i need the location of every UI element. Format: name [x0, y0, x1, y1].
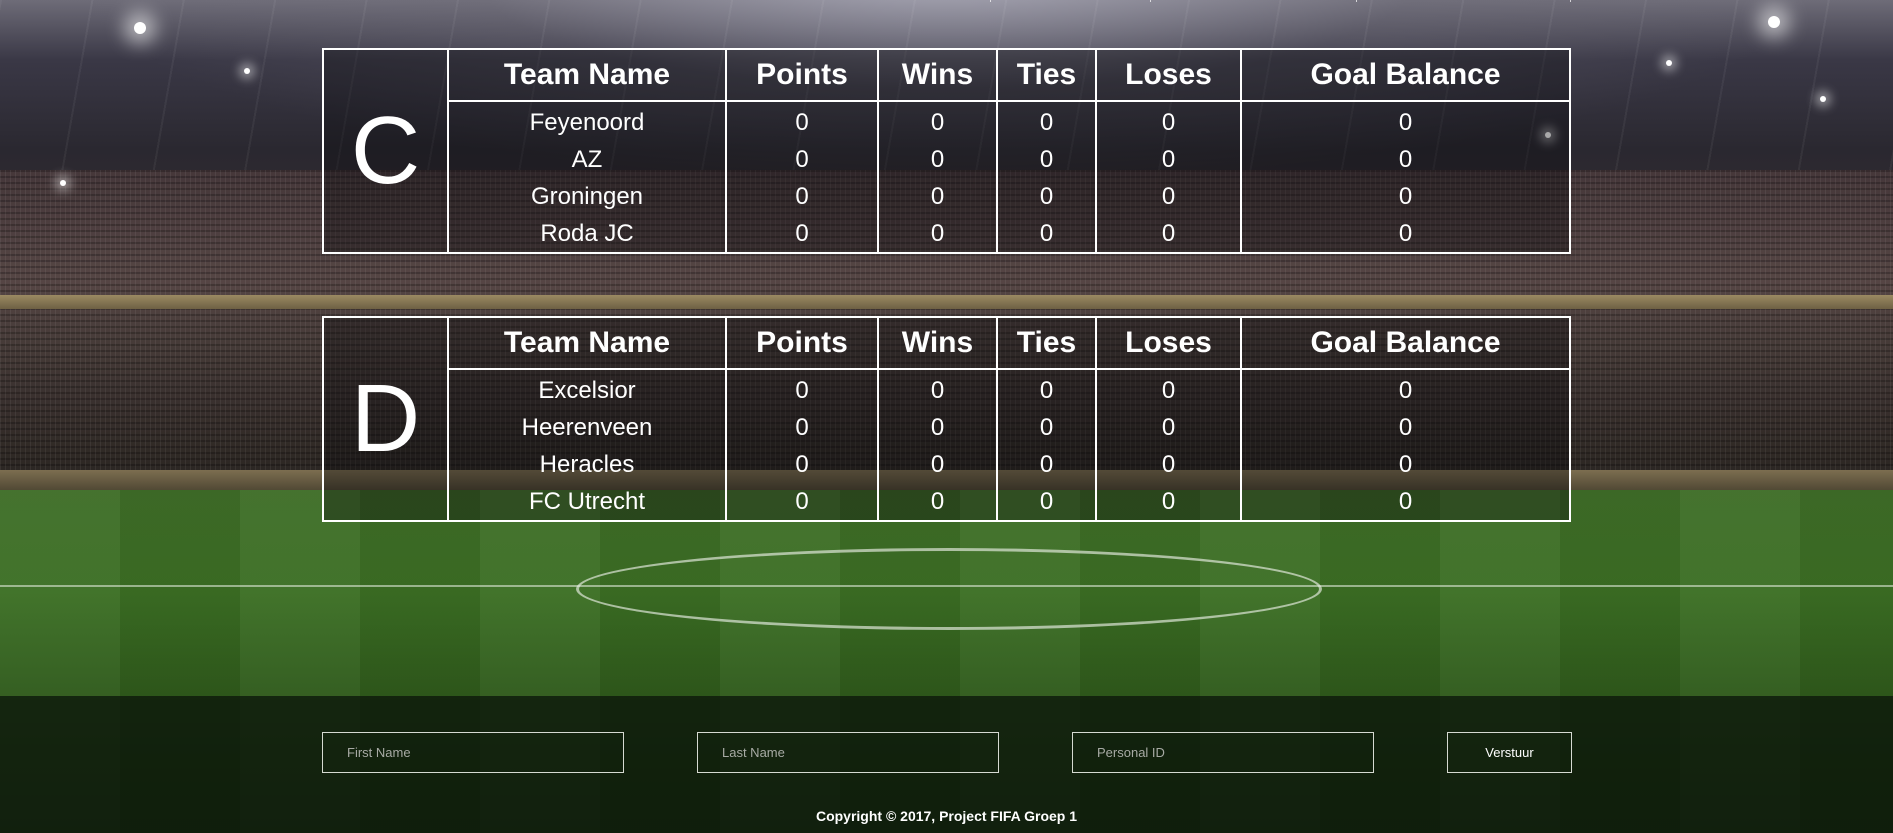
team-goal-balance: 0 [1240, 409, 1571, 446]
team-ties: 0 [996, 178, 1097, 215]
group-letter: D [322, 316, 449, 522]
group-d-table: D Team Name Points Wins Ties Loses Goal … [322, 316, 1571, 522]
team-loses: 0 [1095, 141, 1242, 178]
team-ties: 0 [996, 215, 1097, 254]
team-goal-balance: 0 [1240, 368, 1571, 409]
team-goal-balance: 0 [1240, 483, 1571, 522]
submit-button[interactable]: Verstuur [1447, 732, 1572, 773]
team-name: AZ [447, 141, 727, 178]
team-name: Heracles [447, 446, 727, 483]
team-points: 0 [725, 100, 879, 141]
team-ties: 0 [996, 141, 1097, 178]
table-row: Excelsior 0 0 0 0 0 [323, 368, 1571, 409]
team-name: Excelsior [447, 368, 727, 409]
header-ties: Ties [996, 316, 1097, 370]
first-name-input[interactable] [322, 732, 624, 773]
team-points: 0 [725, 368, 879, 409]
header-wins: Wins [877, 48, 998, 102]
team-name: Roda JC [447, 215, 727, 254]
team-wins: 0 [877, 446, 998, 483]
table-row: Roda JC 0 0 0 0 0 [323, 215, 1571, 254]
table-row: FC Utrecht 0 0 0 0 0 [323, 483, 1571, 522]
header-points: Points [725, 48, 879, 102]
team-points: 0 [725, 215, 879, 254]
table-row: AZ 0 0 0 0 0 [323, 141, 1571, 178]
table-row: Heerenveen 0 0 0 0 0 [323, 409, 1571, 446]
team-loses: 0 [1095, 446, 1242, 483]
team-wins: 0 [877, 483, 998, 522]
team-goal-balance: 0 [1240, 446, 1571, 483]
team-ties: 0 [996, 368, 1097, 409]
header-loses: Loses [1095, 316, 1242, 370]
team-goal-balance: 0 [1240, 178, 1571, 215]
header-ties: Ties [996, 48, 1097, 102]
group-c-table: C Team Name Points Wins Ties Loses Goal … [322, 48, 1571, 254]
team-ties: 0 [996, 409, 1097, 446]
team-wins: 0 [877, 409, 998, 446]
table-row: Feyenoord 0 0 0 0 0 [323, 100, 1571, 141]
header-wins: Wins [877, 316, 998, 370]
team-goal-balance: 0 [1240, 141, 1571, 178]
header-points: Points [725, 316, 879, 370]
team-points: 0 [725, 409, 879, 446]
copyright-text: Copyright © 2017, Project FIFA Groep 1 [815, 808, 1078, 824]
group-letter: C [322, 48, 449, 254]
team-ties: 0 [996, 100, 1097, 141]
team-wins: 0 [877, 368, 998, 409]
team-ties: 0 [996, 446, 1097, 483]
team-loses: 0 [1095, 409, 1242, 446]
team-loses: 0 [1095, 483, 1242, 522]
team-wins: 0 [877, 141, 998, 178]
team-ties: 0 [996, 483, 1097, 522]
header-goal-balance: Goal Balance [1240, 316, 1571, 370]
team-loses: 0 [1095, 178, 1242, 215]
team-wins: 0 [877, 100, 998, 141]
header-loses: Loses [1095, 48, 1242, 102]
team-name: Heerenveen [447, 409, 727, 446]
team-name: Groningen [447, 178, 727, 215]
team-name: Feyenoord [447, 100, 727, 141]
team-goal-balance: 0 [1240, 100, 1571, 141]
personal-id-input[interactable] [1072, 732, 1374, 773]
header-team-name: Team Name [447, 316, 727, 370]
team-points: 0 [725, 141, 879, 178]
team-wins: 0 [877, 215, 998, 254]
team-points: 0 [725, 178, 879, 215]
team-goal-balance: 0 [1240, 215, 1571, 254]
team-loses: 0 [1095, 215, 1242, 254]
team-loses: 0 [1095, 100, 1242, 141]
team-loses: 0 [1095, 368, 1242, 409]
team-points: 0 [725, 446, 879, 483]
header-goal-balance: Goal Balance [1240, 48, 1571, 102]
table-row: Groningen 0 0 0 0 0 [323, 178, 1571, 215]
team-name: FC Utrecht [447, 483, 727, 522]
last-name-input[interactable] [697, 732, 999, 773]
table-row: Heracles 0 0 0 0 0 [323, 446, 1571, 483]
header-team-name: Team Name [447, 48, 727, 102]
team-wins: 0 [877, 178, 998, 215]
team-points: 0 [725, 483, 879, 522]
